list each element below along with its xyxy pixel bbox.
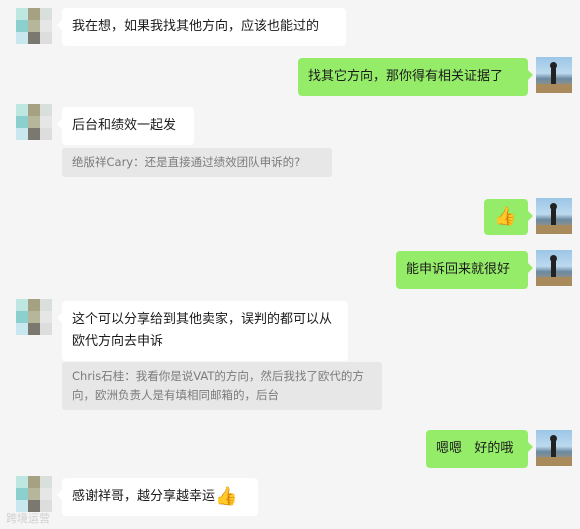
- user-avatar[interactable]: [536, 250, 572, 286]
- message-text: 嗯嗯 好的哦: [436, 441, 514, 456]
- thumbs-up-icon: 👍: [494, 206, 517, 227]
- watermark: 跨境运营: [6, 512, 50, 525]
- quoted-reply[interactable]: 绝版祥Cary：还是直接通过绩效团队申诉的?: [62, 148, 332, 177]
- message-bubble-incoming: 后台和绩效一起发: [57, 107, 194, 145]
- message-text: 我在想，如果我找其他方向，应该也能过的: [72, 19, 320, 34]
- user-avatar[interactable]: [536, 430, 572, 466]
- message-bubble-incoming: 这个可以分享给到其他卖家，误判的都可以从欧代方向去申诉: [57, 301, 348, 361]
- message-text: 能申诉回来就很好: [406, 262, 511, 277]
- message-bubble-incoming: 我在想，如果我找其他方向，应该也能过的: [57, 8, 346, 46]
- thumbs-up-icon: 👍: [215, 486, 238, 507]
- quote-text: Chris石桂：我看你是说VAT的方向，然后我找了欧代的方向，欧洲负责人是有填相…: [72, 369, 364, 402]
- message-bubble-outgoing: 能申诉回来就很好: [396, 251, 533, 289]
- message-bubble-outgoing: 👍: [484, 199, 533, 235]
- message-text: 感谢祥哥，越分享越幸运: [72, 489, 216, 504]
- message-text: 这个可以分享给到其他卖家，误判的都可以从欧代方向去申诉: [72, 312, 333, 349]
- contact-avatar[interactable]: [16, 299, 52, 335]
- contact-avatar[interactable]: [16, 476, 52, 512]
- user-avatar[interactable]: [536, 57, 572, 93]
- message-bubble-outgoing: 找其它方向，那你得有相关证据了: [298, 58, 533, 96]
- contact-avatar[interactable]: [16, 8, 52, 44]
- user-avatar[interactable]: [536, 198, 572, 234]
- contact-avatar[interactable]: [16, 104, 52, 140]
- message-bubble-outgoing: 嗯嗯 好的哦: [426, 430, 533, 468]
- message-text: 后台和绩效一起发: [72, 118, 177, 133]
- message-bubble-incoming: 感谢祥哥，越分享越幸运👍: [57, 478, 258, 516]
- quoted-reply[interactable]: Chris石桂：我看你是说VAT的方向，然后我找了欧代的方向，欧洲负责人是有填相…: [62, 362, 382, 410]
- message-text: 找其它方向，那你得有相关证据了: [308, 69, 504, 84]
- quote-text: 绝版祥Cary：还是直接通过绩效团队申诉的?: [72, 155, 301, 169]
